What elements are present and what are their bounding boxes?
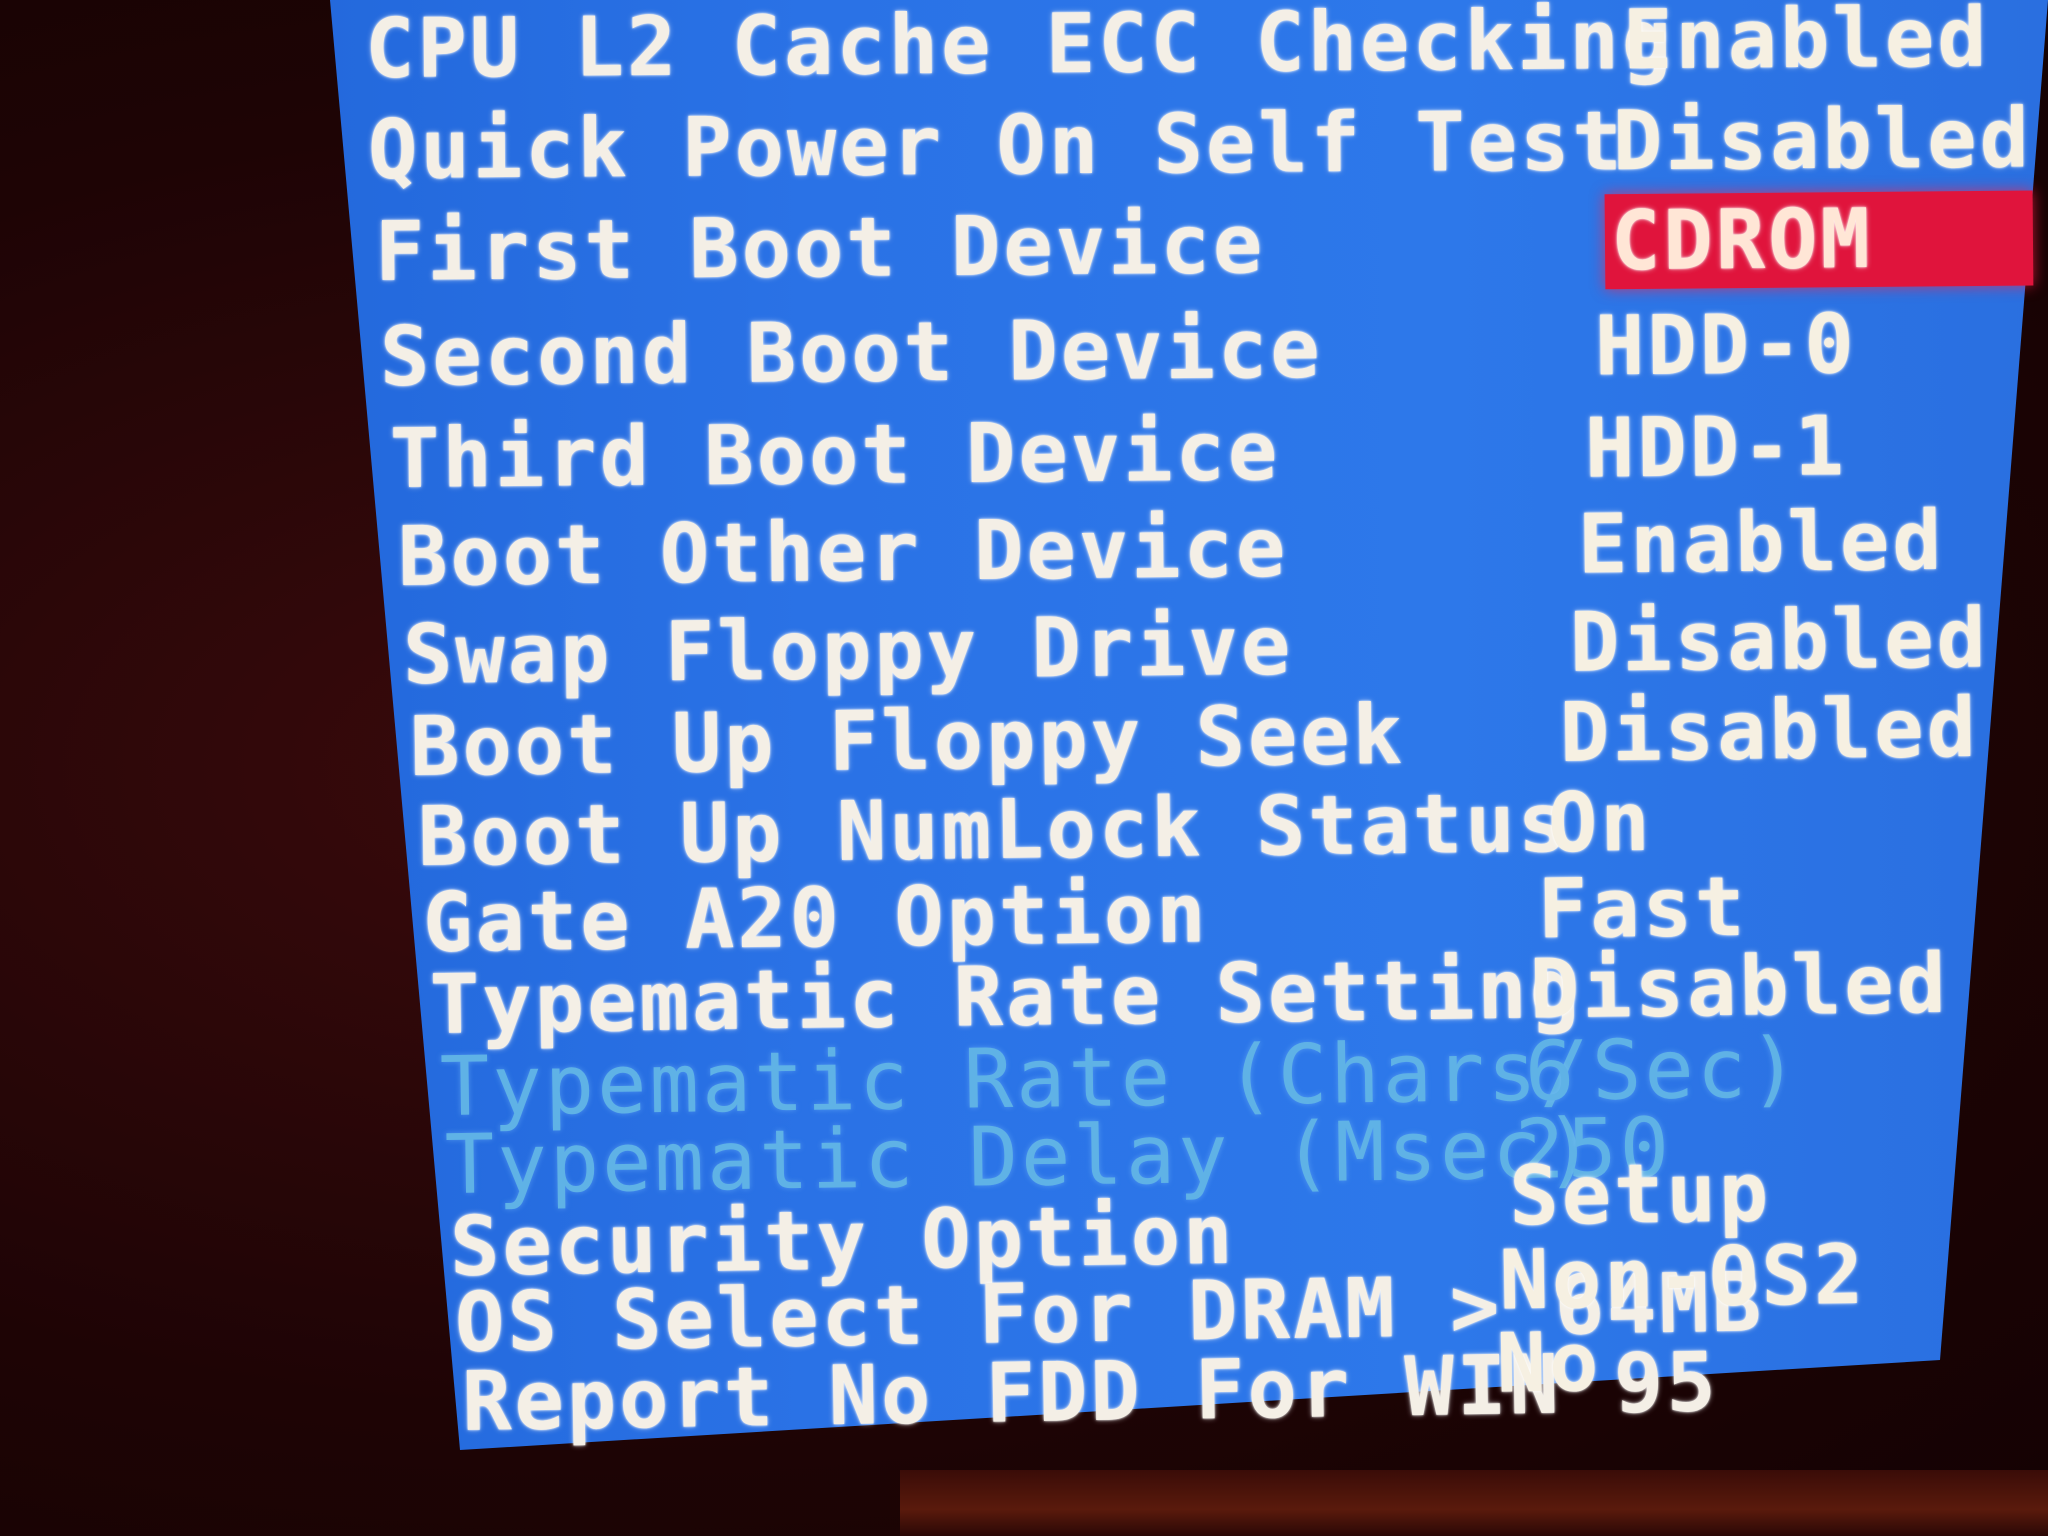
- setting-value[interactable]: Disabled: [1559, 681, 1979, 781]
- setting-row-first-boot-device[interactable]: First Boot Device CDROM: [375, 190, 2034, 300]
- setting-row-numlock-status[interactable]: Boot Up NumLock Status On: [417, 775, 1653, 885]
- setting-label: CPU L2 Cache ECC Checking: [364, 0, 1675, 97]
- setting-label: Quick Power On Self Test: [367, 94, 1626, 198]
- setting-value[interactable]: On: [1547, 775, 1653, 871]
- setting-value[interactable]: HDD-0: [1595, 297, 1858, 394]
- setting-value-selected[interactable]: CDROM: [1604, 190, 2034, 290]
- setting-value[interactable]: No: [1496, 1315, 1602, 1412]
- setting-value[interactable]: Enabled: [1577, 494, 1945, 593]
- setting-row-quick-post[interactable]: Quick Power On Self Test Disabled: [368, 91, 2033, 198]
- setting-row-second-boot-device[interactable]: Second Boot Device HDD-0: [380, 297, 1858, 405]
- setting-value[interactable]: Disabled: [1569, 591, 1989, 690]
- setting-value[interactable]: HDD-1: [1585, 399, 1848, 496]
- setting-value[interactable]: Enabled: [1623, 0, 1990, 88]
- setting-row-typematic-delay: Typematic Delay (Msec) 250: [444, 1101, 1672, 1213]
- setting-value[interactable]: Disabled: [1613, 91, 2033, 189]
- setting-row-typematic-rate: Typematic Rate (Chars/Sec) 6: [439, 1021, 1802, 1135]
- setting-row-third-boot-device[interactable]: Third Boot Device HDD-1: [390, 399, 1848, 507]
- setting-row-security-option[interactable]: Security Option Setup: [449, 1145, 1772, 1295]
- setting-label: First Boot Device: [374, 197, 1266, 300]
- bios-settings-list: CPU L2 Cache ECC Checking Enabled Quick …: [0, 0, 2048, 1536]
- setting-label: Boot Other Device: [397, 500, 1289, 605]
- setting-row-gate-a20-option[interactable]: Gate A20 Option Fast: [422, 860, 1748, 971]
- setting-row-boot-up-floppy-seek[interactable]: Boot Up Floppy Seek Disabled: [409, 681, 1979, 795]
- setting-row-boot-other-device[interactable]: Boot Other Device Enabled: [398, 494, 1945, 605]
- setting-label: Third Boot Device: [389, 404, 1281, 507]
- setting-row-report-no-fdd[interactable]: Report No FDD For WIN 95 No: [461, 1315, 1719, 1450]
- setting-label: Swap Floppy Drive: [402, 598, 1294, 703]
- setting-label: Second Boot Device: [379, 301, 1324, 405]
- setting-row-os-select-dram[interactable]: OS Select For DRAM > 64MB Non-OS2: [454, 1228, 1866, 1371]
- setting-row-typematic-rate-setting[interactable]: Typematic Rate Setting Disabled: [429, 937, 1949, 1053]
- setting-row-swap-floppy-drive[interactable]: Swap Floppy Drive Disabled: [403, 591, 1990, 703]
- setting-row-cpu-l2-cache-ecc[interactable]: CPU L2 Cache ECC Checking Enabled: [365, 0, 1990, 97]
- setting-value[interactable]: Non-OS2: [1499, 1228, 1867, 1329]
